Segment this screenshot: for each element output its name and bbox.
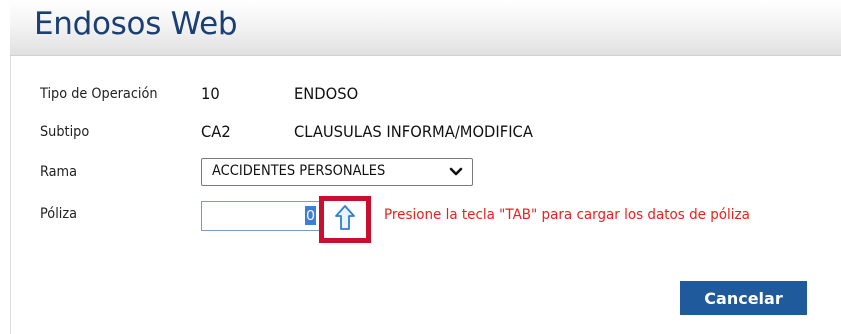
page-header: Endosos Web: [10, 0, 841, 56]
subtipo-code: CA2: [201, 122, 231, 141]
up-arrow-icon[interactable]: [334, 204, 356, 232]
rama-selected-value: ACCIDENTES PERSONALES: [212, 163, 386, 179]
tipo-operacion-label: Tipo de Operación: [40, 86, 158, 102]
rama-select[interactable]: ACCIDENTES PERSONALES: [201, 158, 473, 186]
poliza-input[interactable]: [201, 201, 321, 231]
chevron-down-icon: [449, 167, 463, 176]
poliza-input-value[interactable]: 0: [305, 206, 316, 225]
tipo-operacion-code: 10: [201, 84, 220, 103]
page-title: Endosos Web: [34, 6, 238, 42]
rama-label: Rama: [40, 164, 78, 180]
tipo-operacion-description: ENDOSO: [294, 84, 359, 103]
poliza-label: Póliza: [40, 206, 78, 222]
poliza-hint: Presione la tecla "TAB" para cargar los …: [384, 207, 750, 223]
subtipo-label: Subtipo: [40, 124, 90, 140]
subtipo-description: CLAUSULAS INFORMA/MODIFICA: [294, 122, 533, 141]
cancel-button[interactable]: Cancelar: [680, 281, 807, 315]
